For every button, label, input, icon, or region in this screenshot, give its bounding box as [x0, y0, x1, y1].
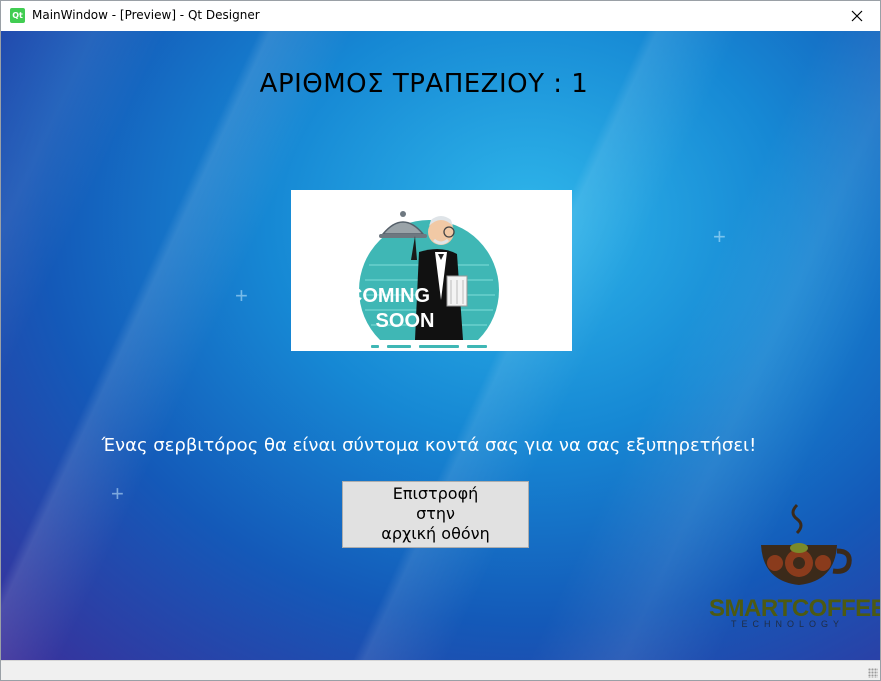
- sparkle-decoration: +: [111, 481, 124, 506]
- back-to-home-button[interactable]: Επιστροφή στην αρχική οθόνη: [342, 481, 529, 548]
- back-button-line3: αρχική οθόνη: [381, 524, 490, 543]
- close-icon: [851, 10, 863, 22]
- back-button-line1: Επιστροφή: [392, 484, 479, 503]
- sparkle-decoration: +: [713, 224, 726, 249]
- table-number-heading: ΑΡΙΘΜΟΣ ΤΡΑΠΕΖΙΟΥ : 1: [259, 69, 589, 99]
- qt-icon: Qt: [10, 8, 25, 23]
- logo-smart-text: SMART: [709, 595, 792, 622]
- back-button-line2: στην: [416, 504, 455, 523]
- main-window: Qt MainWindow - [Preview] - Qt Designer …: [0, 0, 881, 681]
- logo-coffee-text: COFFEE: [791, 595, 880, 622]
- resize-grip-icon[interactable]: [868, 668, 878, 678]
- coming-text: COMING: [348, 285, 430, 307]
- coffee-cup-gear-icon: [761, 503, 852, 585]
- close-button[interactable]: [834, 1, 880, 31]
- smart-coffee-logo: SMARTCOFFEE TECHNOLOGY: [709, 501, 880, 631]
- soon-text: SOON: [376, 310, 435, 332]
- central-widget: + + + ΑΡΙΘΜΟΣ ΤΡΑΠΕΖΙΟΥ : 1 COMING SOON …: [1, 31, 880, 660]
- waiter-illustration: COMING SOON: [348, 211, 511, 351]
- title-bar[interactable]: Qt MainWindow - [Preview] - Qt Designer: [1, 1, 880, 31]
- waiter-message: Ένας σερβιτόρος θα είναι σύντομα κοντά σ…: [101, 435, 757, 456]
- sparkle-decoration: +: [235, 283, 248, 308]
- coming-soon-image: COMING SOON: [291, 190, 572, 351]
- logo-subtitle: TECHNOLOGY: [731, 619, 845, 629]
- window-title: MainWindow - [Preview] - Qt Designer: [32, 8, 260, 22]
- status-bar: [1, 660, 880, 680]
